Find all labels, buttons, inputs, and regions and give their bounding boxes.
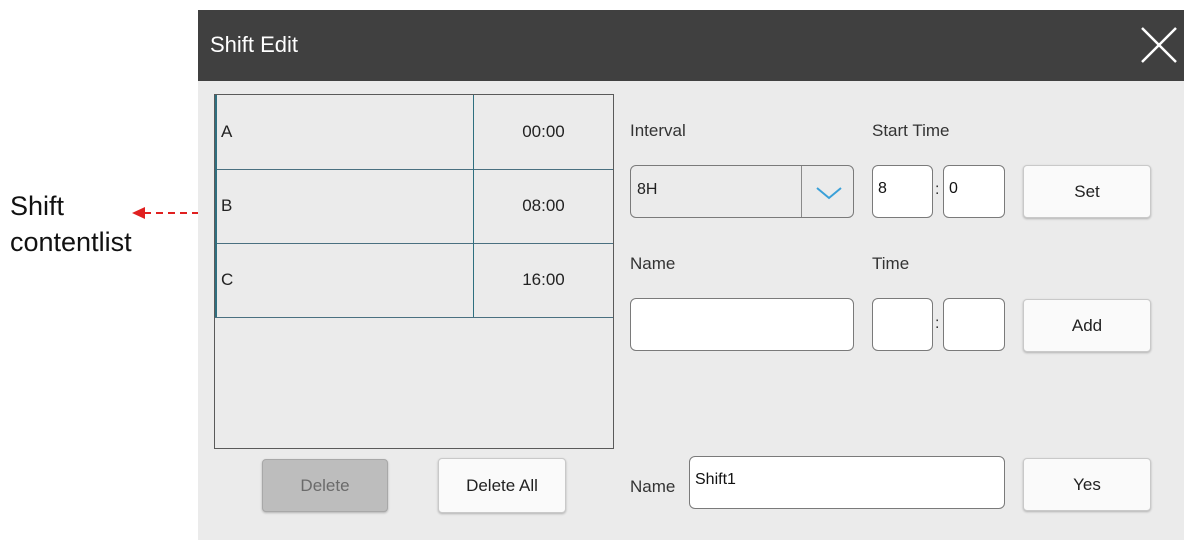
schedule-name-value: Shift1	[695, 471, 736, 488]
set-button[interactable]: Set	[1023, 165, 1151, 218]
shift-time: 00:00	[522, 122, 565, 141]
schedule-name-input[interactable]: Shift1	[689, 456, 1005, 509]
interval-select[interactable]: 8H	[630, 165, 854, 218]
delete-all-button[interactable]: Delete All	[438, 458, 566, 513]
start-minute-input[interactable]: 0	[943, 165, 1005, 218]
interval-value: 8H	[637, 181, 658, 198]
shift-time: 16:00	[522, 270, 565, 289]
start-minute-value: 0	[949, 180, 958, 197]
shift-name: B	[221, 196, 233, 215]
add-button[interactable]: Add	[1023, 299, 1151, 352]
footer-name-label: Name	[630, 477, 676, 496]
dialog-title: Shift Edit	[210, 32, 299, 57]
close-icon[interactable]	[1134, 20, 1184, 70]
shift-name: C	[221, 270, 234, 289]
start-time-label: Start Time	[872, 121, 950, 140]
time-separator: :	[935, 315, 940, 332]
interval-label: Interval	[630, 121, 686, 140]
list-item[interactable]: A 00:00	[215, 95, 613, 170]
shift-content-list[interactable]: A 00:00 B 08:00 C 16:00	[214, 94, 614, 449]
annotation-line-2: contentlist	[10, 227, 132, 257]
shift-name-input[interactable]	[630, 298, 854, 351]
time-label: Time	[872, 254, 910, 273]
time-separator: :	[935, 181, 940, 198]
list-item[interactable]: B 08:00	[215, 169, 613, 244]
start-hour-input[interactable]: 8	[872, 165, 933, 218]
chevron-down-icon	[816, 187, 842, 200]
shift-name: A	[221, 122, 233, 141]
annotation-line-1: Shift	[10, 191, 65, 221]
add-minute-input[interactable]	[943, 298, 1005, 351]
start-hour-value: 8	[878, 180, 887, 197]
shift-contentlist-annotation: Shift contentlist	[10, 188, 132, 260]
add-hour-input[interactable]	[872, 298, 933, 351]
list-item[interactable]: C 16:00	[215, 243, 613, 318]
yes-button[interactable]: Yes	[1023, 458, 1151, 511]
shift-edit-dialog: Shift Edit A 00:00 B 08:00 C 16:00 Delet…	[198, 10, 1184, 540]
delete-button[interactable]: Delete	[262, 459, 388, 512]
shift-time: 08:00	[522, 196, 565, 215]
title-bar: Shift Edit	[198, 10, 1184, 81]
name-label: Name	[630, 254, 676, 273]
